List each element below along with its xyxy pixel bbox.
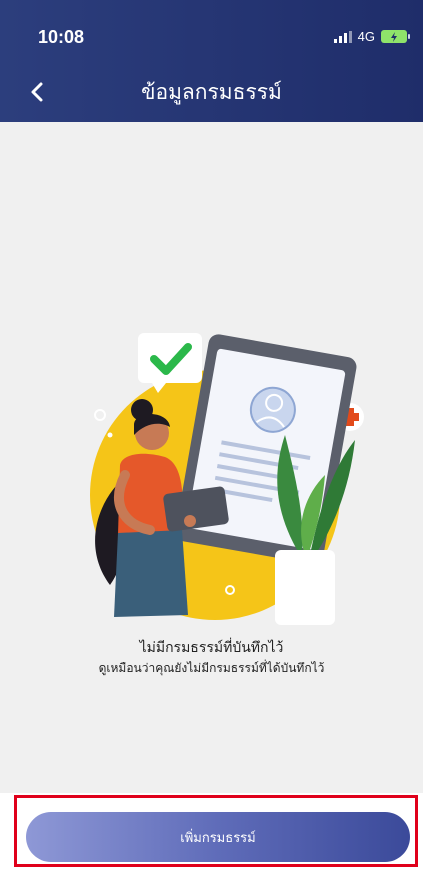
battery-icon xyxy=(381,30,410,43)
empty-policy-illustration xyxy=(90,333,364,625)
add-policy-button[interactable]: เพิ่มกรมธรรม์ xyxy=(26,812,410,862)
network-type: 4G xyxy=(357,29,375,44)
page-title: ข้อมูลกรมธรรม์ xyxy=(141,80,282,104)
signal-icon xyxy=(333,30,352,43)
empty-state-subtitle: ดูเหมือนว่าคุณยังไม่มีกรมธรรม์ที่ได้บันท… xyxy=(98,661,325,675)
top-bar: 10:08 4G ข้อมูลกรมธรรม์ xyxy=(0,0,423,122)
status-indicators: 4G xyxy=(333,29,410,44)
empty-state-title: ไม่มีกรมธรรม์ที่บันทึกไว้ xyxy=(139,640,284,656)
status-time: 10:08 xyxy=(38,27,85,47)
